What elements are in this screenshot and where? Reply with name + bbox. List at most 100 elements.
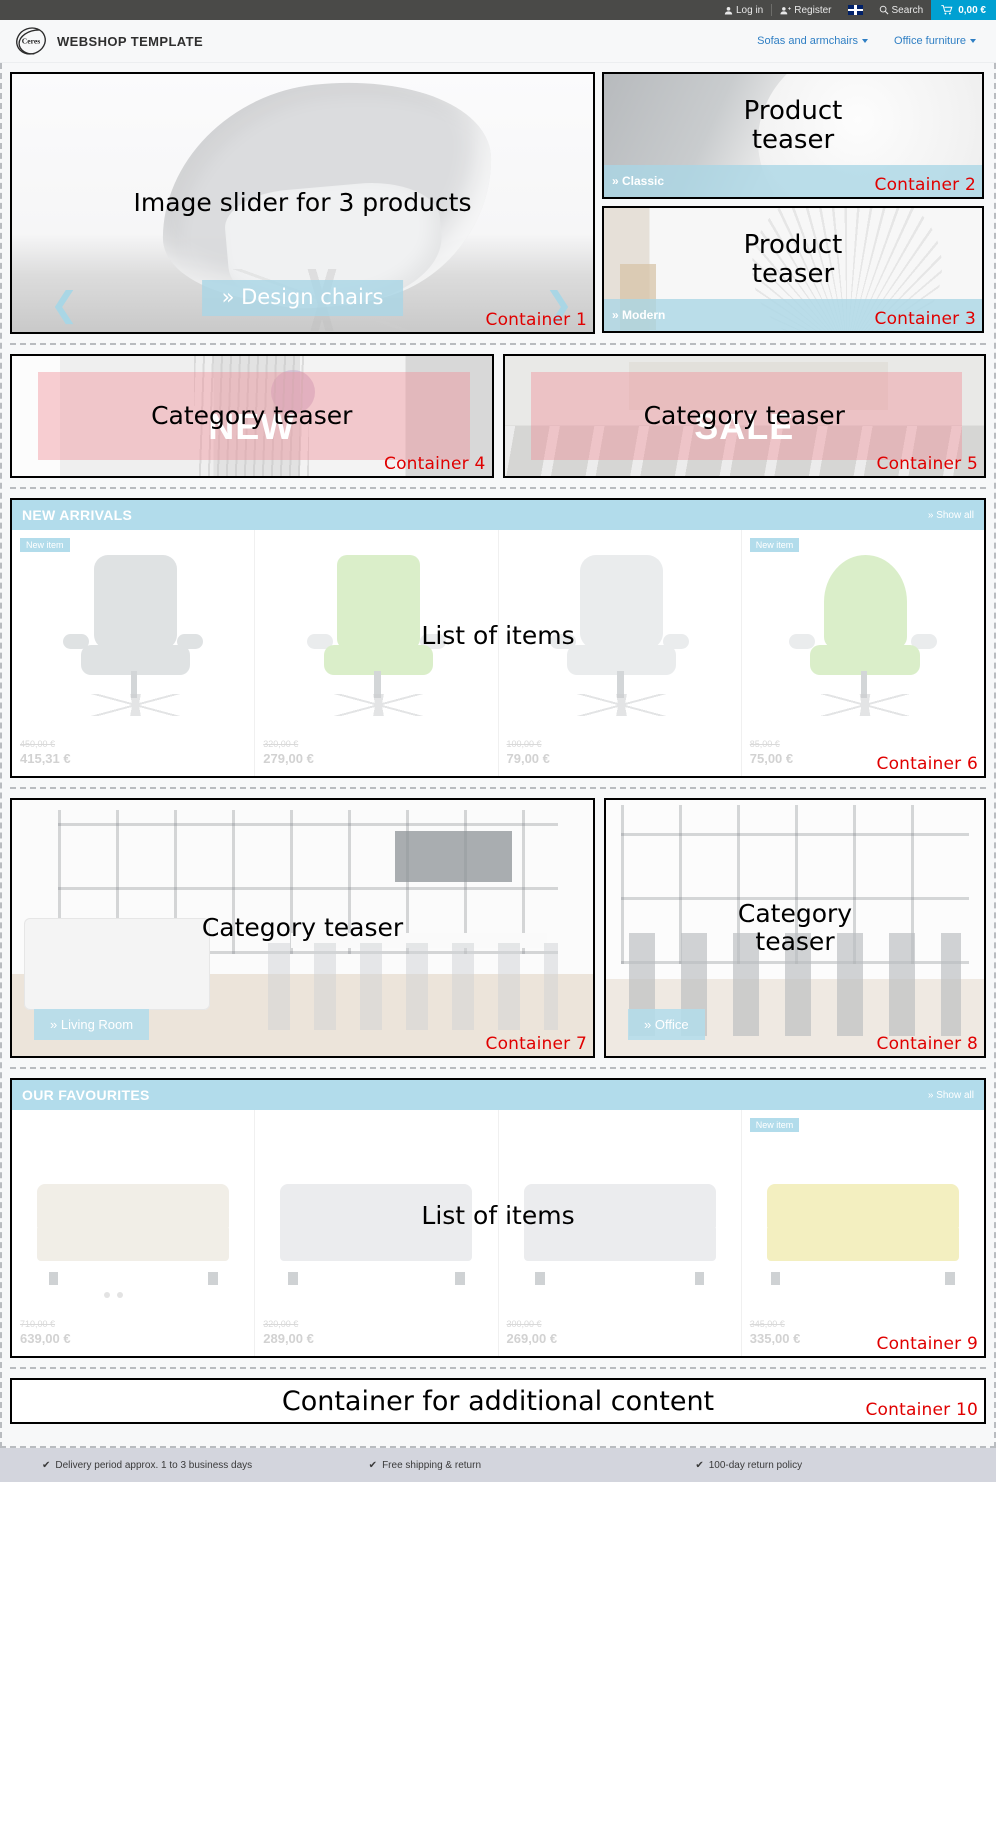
product-teaser-modern[interactable]: Product teaser » Modern Container 3 — [602, 206, 984, 333]
category-teaser-new[interactable]: NEW Category teaser Container 4 — [10, 354, 494, 478]
cart-button[interactable]: 0,00 € — [931, 0, 996, 20]
new-item-badge: New item — [749, 538, 800, 552]
price-block: 100,00 € 79,00 € — [507, 739, 733, 766]
current-price: 639,00 € — [20, 1331, 71, 1346]
slider-prev-icon[interactable]: ❮ — [50, 288, 79, 322]
container-label-10: Container 10 — [865, 1400, 978, 1420]
old-price: 345,00 € — [749, 1319, 785, 1329]
footer-item-shipping: ✔ Free shipping & return — [343, 1460, 670, 1471]
chevron-down-icon — [862, 39, 869, 43]
login-label: Log in — [736, 4, 764, 16]
container-label-9: Container 9 — [876, 1334, 978, 1354]
sofa-graphic — [23, 917, 210, 1010]
living-room-cta[interactable]: » Living Room — [34, 1009, 150, 1040]
new-arrivals-section: NEW ARRIVALS » Show all New item 450,00 … — [10, 498, 986, 778]
product-card[interactable]: 320,00 € 279,00 € — [254, 530, 497, 776]
favourites-header: OUR FAVOURITES » Show all — [12, 1080, 984, 1110]
category-teaser-office[interactable]: Category teaser » Office Container 8 — [604, 798, 986, 1058]
band-hero: Image slider for 3 products ❮ ❯ » Design… — [10, 72, 986, 345]
chevron-down-icon — [970, 39, 976, 43]
category-word-sale: SALE — [694, 406, 795, 448]
nav-item-sofas-label: Sofas and armchairs — [757, 35, 859, 47]
check-icon: ✔ — [42, 1459, 51, 1471]
tv-graphic — [395, 830, 512, 882]
band-category-teasers-mid: Category teaser » Living Room Container … — [10, 798, 986, 1069]
slider-dot[interactable] — [117, 1292, 123, 1298]
slider-dots[interactable] — [104, 1292, 123, 1298]
current-price: 289,00 € — [263, 1331, 314, 1346]
svg-text:Ceres: Ceres — [22, 37, 41, 46]
new-arrivals-show-all[interactable]: » Show all — [928, 510, 974, 521]
product-card[interactable]: 100,00 € 79,00 € — [497, 530, 741, 776]
price-block: 710,00 € 639,00 € — [20, 1319, 246, 1346]
new-arrivals-header: NEW ARRIVALS » Show all — [12, 500, 984, 530]
favourites-show-all[interactable]: » Show all — [928, 1090, 974, 1101]
user-plus-icon — [780, 6, 792, 14]
category-teaser-living-room[interactable]: Category teaser » Living Room Container … — [10, 798, 595, 1058]
slider-cta-button[interactable]: » Design chairs — [201, 280, 404, 316]
band-our-favourites: OUR FAVOURITES » Show all 710,00 € 639,0… — [10, 1078, 986, 1369]
logo[interactable]: Ceres WEBSHOP TEMPLATE — [14, 24, 203, 58]
register-link[interactable]: Register — [772, 0, 839, 20]
check-icon: ✔ — [695, 1459, 704, 1471]
old-price: 710,00 € — [20, 1319, 56, 1329]
search-button[interactable]: Search — [871, 0, 932, 20]
product-card[interactable]: 320,00 € 289,00 € — [254, 1110, 497, 1356]
old-price: 320,00 € — [263, 1319, 299, 1329]
product-card[interactable]: New item 85,00 € 75,00 € — [740, 530, 984, 776]
product-card[interactable]: 300,00 € 269,00 € — [497, 1110, 741, 1356]
favourites-overlay-text: List of items — [421, 1201, 575, 1231]
band-additional-content: Container for additional content Contain… — [10, 1378, 986, 1433]
site-header: Ceres WEBSHOP TEMPLATE Sofas and armchai… — [0, 20, 996, 63]
product-card[interactable]: 710,00 € 639,00 € — [12, 1110, 254, 1356]
price-block: 320,00 € 289,00 € — [263, 1319, 489, 1346]
login-link[interactable]: Log in — [716, 0, 771, 20]
current-price: 279,00 € — [263, 751, 314, 766]
teaser-column: Product teaser » Classic Container 2 Prod… — [602, 72, 984, 334]
old-price: 320,00 € — [263, 739, 299, 749]
current-price: 79,00 € — [506, 751, 550, 766]
new-item-badge: New item — [749, 1118, 800, 1132]
new-arrivals-grid: New item 450,00 € 415,31 € 320,00 € 279,… — [12, 530, 984, 776]
office-cta[interactable]: » Office — [628, 1009, 705, 1040]
old-price: 85,00 € — [749, 739, 780, 749]
nav-item-office[interactable]: Office furniture — [894, 35, 976, 47]
product-card[interactable]: New item 345,00 € 335,00 € — [740, 1110, 984, 1356]
additional-content-text: Container for additional content — [281, 1385, 715, 1417]
new-item-badge: New item — [20, 538, 70, 552]
container-label-5: Container 5 — [876, 454, 978, 474]
nav-item-sofas[interactable]: Sofas and armchairs — [757, 35, 869, 47]
check-icon: ✔ — [368, 1459, 378, 1471]
container-label-3: Container 3 — [874, 309, 976, 329]
new-arrivals-overlay-text: List of items — [421, 621, 575, 651]
container-label-8: Container 8 — [876, 1034, 978, 1054]
new-arrivals-title: NEW ARRIVALS — [22, 507, 133, 523]
additional-content-container: Container for additional content Contain… — [10, 1378, 986, 1424]
ceres-logo-icon: Ceres — [14, 24, 48, 58]
category-teaser-sale[interactable]: SALE Category teaser Container 5 — [502, 354, 986, 478]
old-price: 100,00 € — [506, 739, 542, 749]
footer-benefits: ✔ Delivery period approx. 1 to 3 busines… — [0, 1448, 996, 1482]
chairs-graphic — [267, 943, 559, 1031]
old-price: 300,00 € — [506, 1319, 542, 1329]
footer-item-delivery-label: Delivery period approx. 1 to 3 business … — [55, 1459, 253, 1471]
footer-item-return-label: 100-day return policy — [708, 1459, 803, 1471]
product-teaser-classic[interactable]: Product teaser » Classic Container 2 — [602, 72, 984, 199]
search-label: Search — [891, 4, 924, 16]
price-block: 450,00 € 415,31 € — [20, 739, 246, 766]
image-slider[interactable]: Image slider for 3 products ❮ ❯ » Design… — [10, 72, 595, 334]
band-category-teasers-top: NEW Category teaser Container 4 SALE Cat… — [10, 354, 986, 489]
teaser-3-cta[interactable]: » Modern — [604, 308, 665, 322]
container-label-6: Container 6 — [876, 754, 978, 774]
main-navigation: Sofas and armchairs Office furniture — [757, 35, 982, 47]
cart-icon — [941, 5, 953, 15]
favourites-title: OUR FAVOURITES — [22, 1087, 150, 1103]
product-card[interactable]: New item 450,00 € 415,31 € — [12, 530, 254, 776]
language-selector[interactable] — [840, 0, 871, 20]
price-block: 300,00 € 269,00 € — [507, 1319, 733, 1346]
price-block: 320,00 € 279,00 € — [263, 739, 489, 766]
old-price: 450,00 € — [20, 739, 56, 749]
slider-dot[interactable] — [104, 1292, 110, 1298]
current-price: 269,00 € — [506, 1331, 558, 1346]
teaser-2-cta[interactable]: » Classic — [604, 174, 664, 188]
